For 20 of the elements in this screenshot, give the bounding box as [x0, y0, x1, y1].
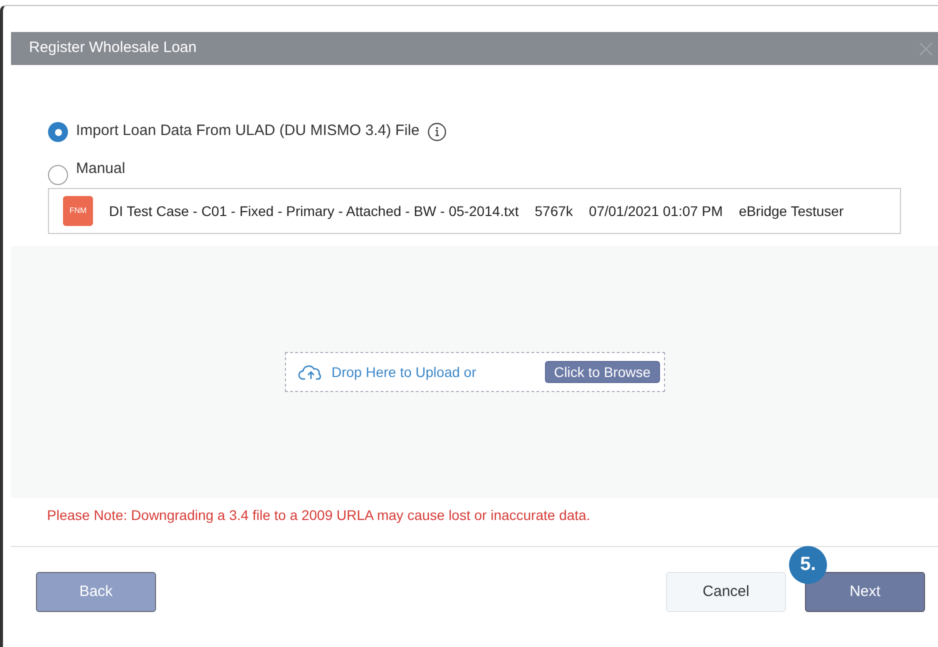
option-label[interactable]: Import Loan Data From ULAD (DU MISMO 3.4) File [76, 120, 420, 142]
file-size: 5767k [534, 202, 573, 220]
drop-zone[interactable]: Drop Here to Upload or Click to Browse [284, 352, 664, 392]
radio-button[interactable] [48, 122, 68, 142]
info-icon[interactable] [427, 122, 448, 142]
radio-button[interactable] [48, 165, 68, 185]
option-label[interactable]: Manual [76, 158, 126, 180]
cancel-button[interactable]: Cancel [666, 572, 786, 612]
next-button[interactable]: Next [805, 572, 925, 612]
file-name: DI Test Case - C01 - Fixed - Primary - Attached - BW - 05-2014.txt [109, 202, 519, 221]
step-badge: 5. [789, 546, 827, 584]
file-user: eBridge Testuser [738, 202, 844, 221]
warning-note: Please Note: Downgrading a 3.4 file to a 2009 URLA may cause lost or inaccurate data. [47, 506, 590, 525]
drop-hint: Drop Here to Upload or [332, 362, 476, 382]
fnm-file-icon: FNM [63, 196, 93, 226]
dialog-title: Register Wholesale Loan [29, 38, 197, 58]
file-date: 07/01/2021 01:07 PM [588, 202, 723, 220]
browse-button[interactable]: Click to Browse [545, 361, 660, 383]
cloud-upload-icon [298, 363, 324, 381]
file-row[interactable]: FNM DI Test Case - C01 - Fixed - Primary - Attached - BW - 05-2014.txt 5767k 07/01/2021 01:07 PM eBridge Testuser [48, 188, 901, 234]
